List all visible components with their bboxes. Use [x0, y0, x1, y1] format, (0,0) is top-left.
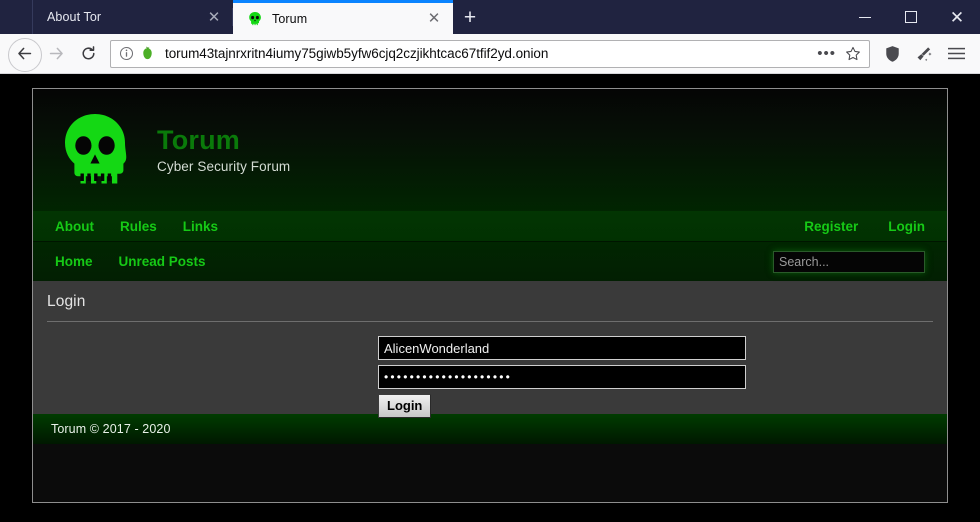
site-header: Torum Cyber Security Forum: [33, 89, 947, 211]
site-branding: Torum Cyber Security Forum: [157, 124, 291, 175]
minimize-icon[interactable]: [842, 0, 888, 34]
search-container: [773, 250, 925, 273]
nav-item-login[interactable]: Login: [888, 219, 925, 234]
nav-item-about[interactable]: About: [55, 219, 94, 234]
search-input[interactable]: [773, 250, 925, 273]
tab-strip-spacer: [0, 0, 33, 34]
back-arrow-icon[interactable]: [8, 37, 42, 72]
close-icon[interactable]: ✕: [205, 8, 223, 26]
window-controls: ✕: [842, 0, 980, 34]
nav-item-links[interactable]: Links: [183, 219, 218, 234]
password-input[interactable]: [378, 365, 746, 389]
tab-strip: About Tor ✕ Torum ✕ +: [0, 0, 842, 34]
new-tab-button[interactable]: +: [453, 0, 487, 34]
copyright-text: Torum © 2017 - 2020: [51, 422, 171, 436]
skull-logo: [59, 112, 131, 188]
shield-icon[interactable]: [876, 38, 908, 70]
info-icon[interactable]: [117, 45, 135, 63]
account-nav: Register Login: [774, 219, 925, 234]
panel-title: Login: [47, 293, 86, 310]
page-viewport: Torum Cyber Security Forum About Rules L…: [0, 74, 980, 522]
skull-favicon: [247, 11, 263, 27]
login-form: Login: [47, 336, 933, 418]
hamburger-menu-icon[interactable]: [940, 38, 972, 70]
site-subtitle: Cyber Security Forum: [157, 159, 291, 175]
site-title: Torum: [157, 124, 240, 155]
url-bar[interactable]: torum43tajnrxritn4iumy75giwb5yfw6cjq2czj…: [110, 39, 870, 68]
onion-icon: [137, 45, 157, 63]
secondary-nav: Home Unread Posts: [33, 242, 947, 281]
tab-title: About Tor: [47, 10, 102, 24]
nav-item-register[interactable]: Register: [804, 219, 858, 234]
login-panel: Login Login: [33, 281, 947, 418]
browser-window: About Tor ✕ Torum ✕ + ✕ torum43tajnrxrit…: [0, 0, 980, 522]
url-text: torum43tajnrxritn4iumy75giwb5yfw6cjq2czj…: [165, 46, 549, 61]
close-icon[interactable]: ✕: [934, 0, 980, 34]
reload-icon[interactable]: [72, 38, 104, 70]
page-actions-icon[interactable]: •••: [810, 46, 843, 61]
nav-item-home[interactable]: Home: [55, 254, 93, 269]
nav-item-unread-posts[interactable]: Unread Posts: [119, 254, 206, 269]
login-submit-button[interactable]: Login: [378, 394, 432, 418]
tab-about-tor[interactable]: About Tor ✕: [33, 0, 233, 34]
login-fields: Login: [378, 336, 746, 418]
panel-divider: [47, 321, 933, 322]
site-container: Torum Cyber Security Forum About Rules L…: [32, 88, 948, 503]
browser-toolbar: torum43tajnrxritn4iumy75giwb5yfw6cjq2czj…: [0, 34, 980, 74]
maximize-icon[interactable]: [888, 0, 934, 34]
tab-torum[interactable]: Torum ✕: [233, 0, 453, 34]
nav-item-rules[interactable]: Rules: [120, 219, 157, 234]
broom-icon[interactable]: [908, 38, 940, 70]
tab-title: Torum: [272, 11, 308, 26]
site-footer: Torum © 2017 - 2020: [33, 414, 947, 444]
primary-nav: About Rules Links Register Login: [33, 211, 947, 242]
forward-arrow-icon: [40, 38, 72, 70]
title-bar: About Tor ✕ Torum ✕ + ✕: [0, 0, 980, 34]
star-icon[interactable]: [843, 46, 863, 62]
username-input[interactable]: [378, 336, 746, 360]
close-icon[interactable]: ✕: [425, 10, 443, 28]
